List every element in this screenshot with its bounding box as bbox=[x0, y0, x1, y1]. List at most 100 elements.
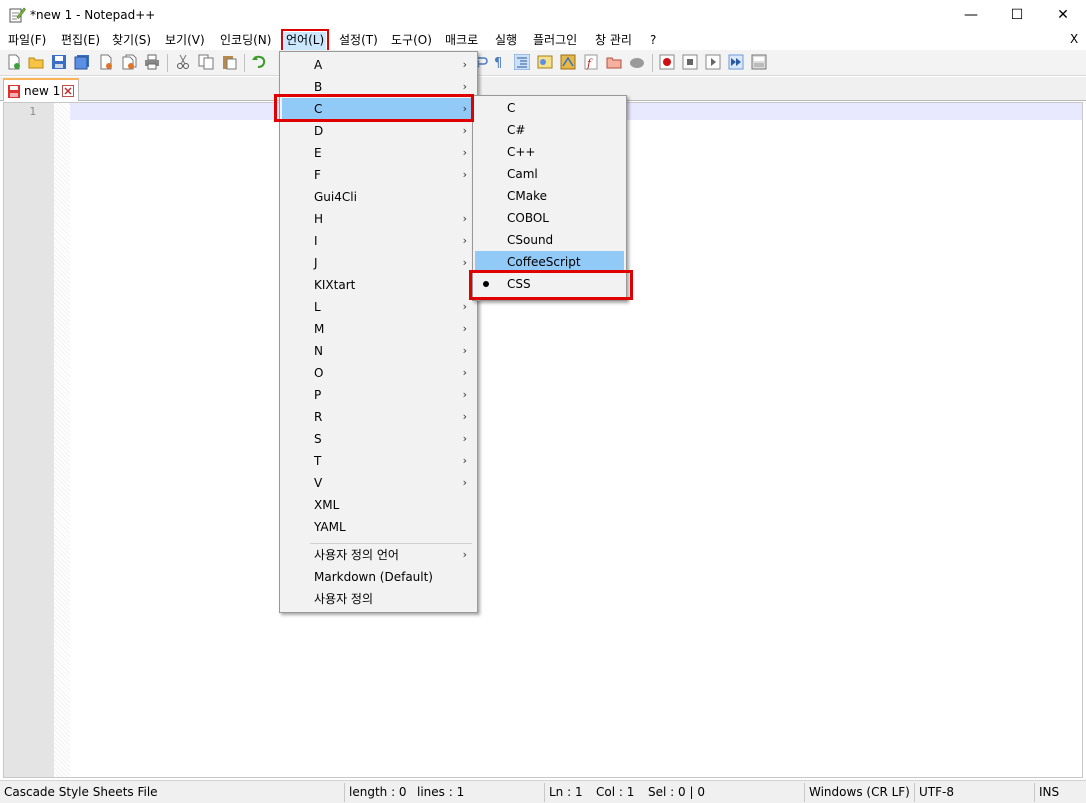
language-menu-item-n[interactable]: N › bbox=[282, 340, 475, 362]
language-menu-item-t[interactable]: T › bbox=[282, 450, 475, 472]
language-menu-item-j[interactable]: J › bbox=[282, 252, 475, 274]
function-list-icon[interactable]: f bbox=[583, 54, 599, 70]
menu-item-label: N bbox=[314, 344, 323, 358]
undo-icon[interactable] bbox=[251, 54, 267, 70]
save-all-icon[interactable] bbox=[74, 54, 90, 70]
menu-encoding[interactable]: 인코딩(N) bbox=[218, 32, 273, 50]
user-defined-language-icon[interactable] bbox=[537, 54, 553, 70]
c-submenu-item-csound[interactable]: CSound bbox=[475, 229, 624, 251]
language-menu-item-kixtart[interactable]: KIXtart bbox=[282, 274, 475, 296]
menu-item-label: CoffeeScript bbox=[507, 255, 581, 269]
language-menu-item-f[interactable]: F › bbox=[282, 164, 475, 186]
folder-as-workspace-icon[interactable] bbox=[606, 54, 622, 70]
status-eol[interactable]: Windows (CR LF) bbox=[809, 785, 910, 799]
cut-icon[interactable] bbox=[175, 54, 191, 70]
language-menu-item-c[interactable]: C › bbox=[282, 98, 475, 120]
menu-item-label: XML bbox=[314, 498, 340, 512]
c-submenu-item-caml[interactable]: Caml bbox=[475, 163, 624, 185]
menu-plugins[interactable]: 플러그인 bbox=[531, 32, 579, 50]
c-submenu-item-css[interactable]: CSS bbox=[475, 273, 624, 295]
status-divider bbox=[544, 783, 545, 802]
language-menu-item-i[interactable]: I › bbox=[282, 230, 475, 252]
menu-window[interactable]: 창 관리 bbox=[593, 32, 634, 50]
tab-close-icon[interactable] bbox=[62, 85, 74, 97]
language-menu-item-markdown-default[interactable]: Markdown (Default) bbox=[282, 566, 475, 588]
c-submenu-item-cpp[interactable]: C++ bbox=[475, 141, 624, 163]
close-all-icon[interactable] bbox=[121, 54, 137, 70]
submenu-arrow-icon: › bbox=[462, 476, 467, 489]
close-file-icon[interactable] bbox=[98, 54, 114, 70]
menu-item-label: Gui4Cli bbox=[314, 190, 357, 204]
tab-new-1[interactable]: new 1 bbox=[3, 78, 79, 101]
status-encoding[interactable]: UTF-8 bbox=[919, 785, 954, 799]
submenu-arrow-icon: › bbox=[462, 80, 467, 93]
status-sel: Sel : 0 | 0 bbox=[648, 785, 705, 799]
toolbar-separator bbox=[652, 54, 653, 72]
show-all-chars-icon[interactable]: ¶ bbox=[491, 54, 507, 70]
language-menu-item-m[interactable]: M › bbox=[282, 318, 475, 340]
menu-help[interactable]: ? bbox=[648, 32, 658, 50]
fold-margin[interactable] bbox=[54, 103, 70, 777]
record-macro-icon[interactable] bbox=[659, 54, 675, 70]
run-macro-multiple-icon[interactable] bbox=[728, 54, 744, 70]
language-menu-item-a[interactable]: A › bbox=[282, 54, 475, 76]
play-macro-icon[interactable] bbox=[705, 54, 721, 70]
maximize-icon: ☐ bbox=[1010, 7, 1024, 23]
minimize-button[interactable]: — bbox=[948, 0, 994, 30]
close-document-button[interactable]: X bbox=[1070, 32, 1078, 46]
language-menu-item-s[interactable]: S › bbox=[282, 428, 475, 450]
menu-item-label: D bbox=[314, 124, 324, 138]
paste-icon[interactable] bbox=[221, 54, 237, 70]
menu-search[interactable]: 찾기(S) bbox=[110, 32, 153, 50]
save-macro-icon[interactable] bbox=[751, 54, 767, 70]
c-submenu-item-cmake[interactable]: CMake bbox=[475, 185, 624, 207]
submenu-arrow-icon: › bbox=[462, 432, 467, 445]
copy-icon[interactable] bbox=[198, 54, 214, 70]
close-window-button[interactable]: ✕ bbox=[1040, 0, 1086, 30]
new-file-icon[interactable] bbox=[6, 54, 22, 70]
menu-macro[interactable]: 매크로 bbox=[443, 32, 480, 50]
language-menu-item-gui4cli[interactable]: Gui4Cli bbox=[282, 186, 475, 208]
language-menu-item-e[interactable]: E › bbox=[282, 142, 475, 164]
menu-edit[interactable]: 편집(E) bbox=[59, 32, 102, 50]
c-submenu-item-coffeescript[interactable]: CoffeeScript bbox=[475, 251, 624, 273]
submenu-arrow-icon: › bbox=[462, 234, 467, 247]
svg-text:¶: ¶ bbox=[494, 56, 502, 70]
c-submenu-item-c-sharp[interactable]: C# bbox=[475, 119, 624, 141]
menu-language[interactable]: 언어(L) bbox=[280, 29, 330, 53]
maximize-button[interactable]: ☐ bbox=[994, 0, 1040, 30]
menu-view[interactable]: 보기(V) bbox=[163, 32, 207, 50]
toolbar-separator bbox=[244, 54, 245, 72]
menu-tools[interactable]: 도구(O) bbox=[389, 32, 434, 50]
status-insert-mode[interactable]: INS bbox=[1039, 785, 1059, 799]
menu-run[interactable]: 실행 bbox=[493, 32, 519, 50]
menu-item-label: C# bbox=[507, 123, 526, 137]
language-menu-item-yaml[interactable]: YAML bbox=[282, 516, 475, 538]
language-menu-item-user-defined[interactable]: 사용자 정의 bbox=[282, 588, 475, 610]
submenu-arrow-icon: › bbox=[462, 102, 467, 115]
c-submenu-item-c[interactable]: C bbox=[475, 97, 624, 119]
menu-file[interactable]: 파일(F) bbox=[6, 32, 48, 50]
status-file-type: Cascade Style Sheets File bbox=[4, 785, 158, 799]
language-menu-item-user-defined-language[interactable]: 사용자 정의 언어 › bbox=[282, 544, 475, 566]
monitoring-icon[interactable] bbox=[629, 54, 645, 70]
menu-settings[interactable]: 설정(T) bbox=[337, 32, 380, 50]
c-submenu-item-cobol[interactable]: COBOL bbox=[475, 207, 624, 229]
print-icon[interactable] bbox=[144, 54, 160, 70]
open-file-icon[interactable] bbox=[28, 54, 44, 70]
submenu-arrow-icon: › bbox=[462, 454, 467, 467]
language-menu-item-p[interactable]: P › bbox=[282, 384, 475, 406]
status-divider bbox=[914, 783, 915, 802]
document-map-icon[interactable] bbox=[560, 54, 576, 70]
language-menu-item-v[interactable]: V › bbox=[282, 472, 475, 494]
language-menu-item-d[interactable]: D › bbox=[282, 120, 475, 142]
language-menu-item-xml[interactable]: XML bbox=[282, 494, 475, 516]
language-menu-item-r[interactable]: R › bbox=[282, 406, 475, 428]
indent-guide-icon[interactable] bbox=[514, 54, 530, 70]
language-menu-item-l[interactable]: L › bbox=[282, 296, 475, 318]
stop-macro-icon[interactable] bbox=[682, 54, 698, 70]
save-icon[interactable] bbox=[51, 54, 67, 70]
language-menu-item-b[interactable]: B › bbox=[282, 76, 475, 98]
language-menu-item-h[interactable]: H › bbox=[282, 208, 475, 230]
language-menu-item-o[interactable]: O › bbox=[282, 362, 475, 384]
